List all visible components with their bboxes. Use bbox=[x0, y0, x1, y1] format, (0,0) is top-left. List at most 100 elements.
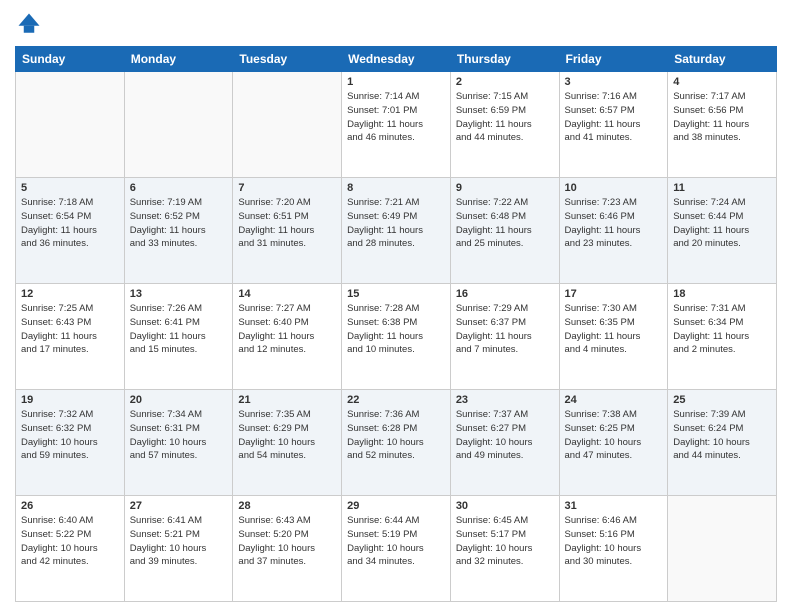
day-number: 1 bbox=[347, 76, 445, 88]
calendar-cell-3-5: 24 Sunrise: 7:38 AM Sunset: 6:25 PM Dayli… bbox=[559, 390, 668, 496]
day-number: 29 bbox=[347, 500, 445, 512]
logo bbox=[15, 10, 47, 38]
day-number: 17 bbox=[565, 288, 663, 300]
calendar-cell-4-3: 29 Sunrise: 6:44 AM Sunset: 5:19 PM Dayli… bbox=[342, 496, 451, 602]
day-info: Sunrise: 6:40 AM Sunset: 5:22 PM Dayligh… bbox=[21, 514, 119, 569]
day-number: 24 bbox=[565, 394, 663, 406]
day-info: Sunrise: 7:34 AM Sunset: 6:31 PM Dayligh… bbox=[130, 408, 228, 463]
day-number: 7 bbox=[238, 182, 336, 194]
day-number: 2 bbox=[456, 76, 554, 88]
day-info: Sunrise: 6:45 AM Sunset: 5:17 PM Dayligh… bbox=[456, 514, 554, 569]
calendar-cell-4-1: 27 Sunrise: 6:41 AM Sunset: 5:21 PM Dayli… bbox=[124, 496, 233, 602]
day-info: Sunrise: 6:44 AM Sunset: 5:19 PM Dayligh… bbox=[347, 514, 445, 569]
calendar-cell-3-2: 21 Sunrise: 7:35 AM Sunset: 6:29 PM Dayli… bbox=[233, 390, 342, 496]
calendar-cell-1-1: 6Sunrise: 7:19 AM Sunset: 6:52 PM Daylig… bbox=[124, 178, 233, 284]
logo-icon bbox=[15, 10, 43, 38]
day-info: Sunrise: 6:43 AM Sunset: 5:20 PM Dayligh… bbox=[238, 514, 336, 569]
day-number: 26 bbox=[21, 500, 119, 512]
calendar-cell-1-0: 5 Sunrise: 7:18 AM Sunset: 6:54 PM Daylig… bbox=[16, 178, 125, 284]
day-number: 10 bbox=[565, 182, 663, 194]
page: SundayMondayTuesdayWednesdayThursdayFrid… bbox=[0, 0, 792, 612]
calendar-cell-0-6: 4 Sunrise: 7:17 AM Sunset: 6:56 PM Daylig… bbox=[668, 72, 777, 178]
day-number: 15 bbox=[347, 288, 445, 300]
calendar-cell-3-3: 22 Sunrise: 7:36 AM Sunset: 6:28 PM Dayli… bbox=[342, 390, 451, 496]
calendar-cell-1-2: 7 Sunrise: 7:20 AM Sunset: 6:51 PM Daylig… bbox=[233, 178, 342, 284]
calendar-cell-0-1 bbox=[124, 72, 233, 178]
calendar-cell-1-4: 9 Sunrise: 7:22 AM Sunset: 6:48 PM Daylig… bbox=[450, 178, 559, 284]
calendar-cell-3-6: 25Sunrise: 7:39 AM Sunset: 6:24 PM Dayli… bbox=[668, 390, 777, 496]
calendar-cell-4-6 bbox=[668, 496, 777, 602]
day-number: 11 bbox=[673, 182, 771, 194]
day-info: Sunrise: 7:32 AM Sunset: 6:32 PM Dayligh… bbox=[21, 408, 119, 463]
calendar-week-0: 1 Sunrise: 7:14 AM Sunset: 7:01 PM Daylig… bbox=[16, 72, 777, 178]
day-number: 20 bbox=[130, 394, 228, 406]
day-info: Sunrise: 7:28 AM Sunset: 6:38 PM Dayligh… bbox=[347, 302, 445, 357]
day-header-thursday: Thursday bbox=[450, 47, 559, 72]
day-number: 5 bbox=[21, 182, 119, 194]
calendar-cell-2-2: 14 Sunrise: 7:27 AM Sunset: 6:40 PM Dayli… bbox=[233, 284, 342, 390]
day-number: 28 bbox=[238, 500, 336, 512]
day-info: Sunrise: 6:41 AM Sunset: 5:21 PM Dayligh… bbox=[130, 514, 228, 569]
calendar-cell-0-3: 1 Sunrise: 7:14 AM Sunset: 7:01 PM Daylig… bbox=[342, 72, 451, 178]
calendar-header-row: SundayMondayTuesdayWednesdayThursdayFrid… bbox=[16, 47, 777, 72]
day-info: Sunrise: 7:18 AM Sunset: 6:54 PM Dayligh… bbox=[21, 196, 119, 251]
calendar-cell-2-6: 18 Sunrise: 7:31 AM Sunset: 6:34 PM Dayli… bbox=[668, 284, 777, 390]
header bbox=[15, 10, 777, 38]
day-header-wednesday: Wednesday bbox=[342, 47, 451, 72]
calendar-week-3: 19 Sunrise: 7:32 AM Sunset: 6:32 PM Dayli… bbox=[16, 390, 777, 496]
day-number: 9 bbox=[456, 182, 554, 194]
day-info: Sunrise: 6:46 AM Sunset: 5:16 PM Dayligh… bbox=[565, 514, 663, 569]
calendar-cell-2-3: 15 Sunrise: 7:28 AM Sunset: 6:38 PM Dayli… bbox=[342, 284, 451, 390]
day-info: Sunrise: 7:24 AM Sunset: 6:44 PM Dayligh… bbox=[673, 196, 771, 251]
day-info: Sunrise: 7:22 AM Sunset: 6:48 PM Dayligh… bbox=[456, 196, 554, 251]
day-info: Sunrise: 7:29 AM Sunset: 6:37 PM Dayligh… bbox=[456, 302, 554, 357]
day-info: Sunrise: 7:17 AM Sunset: 6:56 PM Dayligh… bbox=[673, 90, 771, 145]
day-info: Sunrise: 7:21 AM Sunset: 6:49 PM Dayligh… bbox=[347, 196, 445, 251]
day-info: Sunrise: 7:38 AM Sunset: 6:25 PM Dayligh… bbox=[565, 408, 663, 463]
day-header-monday: Monday bbox=[124, 47, 233, 72]
calendar-cell-3-4: 23 Sunrise: 7:37 AM Sunset: 6:27 PM Dayli… bbox=[450, 390, 559, 496]
day-header-friday: Friday bbox=[559, 47, 668, 72]
day-number: 8 bbox=[347, 182, 445, 194]
day-info: Sunrise: 7:31 AM Sunset: 6:34 PM Dayligh… bbox=[673, 302, 771, 357]
day-number: 12 bbox=[21, 288, 119, 300]
calendar-cell-4-0: 26 Sunrise: 6:40 AM Sunset: 5:22 PM Dayli… bbox=[16, 496, 125, 602]
day-number: 6 bbox=[130, 182, 228, 194]
calendar-cell-4-4: 30Sunrise: 6:45 AM Sunset: 5:17 PM Dayli… bbox=[450, 496, 559, 602]
day-info: Sunrise: 7:37 AM Sunset: 6:27 PM Dayligh… bbox=[456, 408, 554, 463]
calendar-week-1: 5 Sunrise: 7:18 AM Sunset: 6:54 PM Daylig… bbox=[16, 178, 777, 284]
day-number: 21 bbox=[238, 394, 336, 406]
day-number: 19 bbox=[21, 394, 119, 406]
calendar-table: SundayMondayTuesdayWednesdayThursdayFrid… bbox=[15, 46, 777, 602]
calendar-cell-4-5: 31 Sunrise: 6:46 AM Sunset: 5:16 PM Dayli… bbox=[559, 496, 668, 602]
calendar-cell-3-1: 20 Sunrise: 7:34 AM Sunset: 6:31 PM Dayli… bbox=[124, 390, 233, 496]
day-info: Sunrise: 7:27 AM Sunset: 6:40 PM Dayligh… bbox=[238, 302, 336, 357]
calendar-cell-1-5: 10 Sunrise: 7:23 AM Sunset: 6:46 PM Dayli… bbox=[559, 178, 668, 284]
day-header-tuesday: Tuesday bbox=[233, 47, 342, 72]
day-number: 14 bbox=[238, 288, 336, 300]
calendar-cell-0-4: 2Sunrise: 7:15 AM Sunset: 6:59 PM Daylig… bbox=[450, 72, 559, 178]
day-info: Sunrise: 7:14 AM Sunset: 7:01 PM Dayligh… bbox=[347, 90, 445, 145]
day-info: Sunrise: 7:23 AM Sunset: 6:46 PM Dayligh… bbox=[565, 196, 663, 251]
day-number: 3 bbox=[565, 76, 663, 88]
day-number: 27 bbox=[130, 500, 228, 512]
day-info: Sunrise: 7:39 AM Sunset: 6:24 PM Dayligh… bbox=[673, 408, 771, 463]
day-info: Sunrise: 7:26 AM Sunset: 6:41 PM Dayligh… bbox=[130, 302, 228, 357]
day-number: 18 bbox=[673, 288, 771, 300]
day-number: 4 bbox=[673, 76, 771, 88]
day-info: Sunrise: 7:25 AM Sunset: 6:43 PM Dayligh… bbox=[21, 302, 119, 357]
calendar-week-4: 26 Sunrise: 6:40 AM Sunset: 5:22 PM Dayli… bbox=[16, 496, 777, 602]
day-number: 16 bbox=[456, 288, 554, 300]
day-info: Sunrise: 7:30 AM Sunset: 6:35 PM Dayligh… bbox=[565, 302, 663, 357]
day-number: 13 bbox=[130, 288, 228, 300]
day-info: Sunrise: 7:20 AM Sunset: 6:51 PM Dayligh… bbox=[238, 196, 336, 251]
day-info: Sunrise: 7:36 AM Sunset: 6:28 PM Dayligh… bbox=[347, 408, 445, 463]
calendar-cell-2-1: 13 Sunrise: 7:26 AM Sunset: 6:41 PM Dayli… bbox=[124, 284, 233, 390]
day-number: 23 bbox=[456, 394, 554, 406]
calendar-cell-4-2: 28 Sunrise: 6:43 AM Sunset: 5:20 PM Dayli… bbox=[233, 496, 342, 602]
day-info: Sunrise: 7:16 AM Sunset: 6:57 PM Dayligh… bbox=[565, 90, 663, 145]
calendar-cell-1-6: 11 Sunrise: 7:24 AM Sunset: 6:44 PM Dayli… bbox=[668, 178, 777, 284]
day-number: 22 bbox=[347, 394, 445, 406]
day-info: Sunrise: 7:35 AM Sunset: 6:29 PM Dayligh… bbox=[238, 408, 336, 463]
day-number: 31 bbox=[565, 500, 663, 512]
